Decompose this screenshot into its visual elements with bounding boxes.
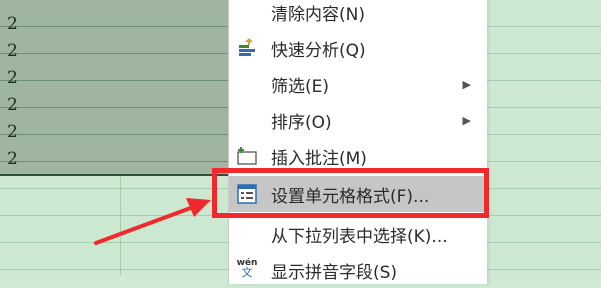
- annotation-arrow: [94, 198, 211, 245]
